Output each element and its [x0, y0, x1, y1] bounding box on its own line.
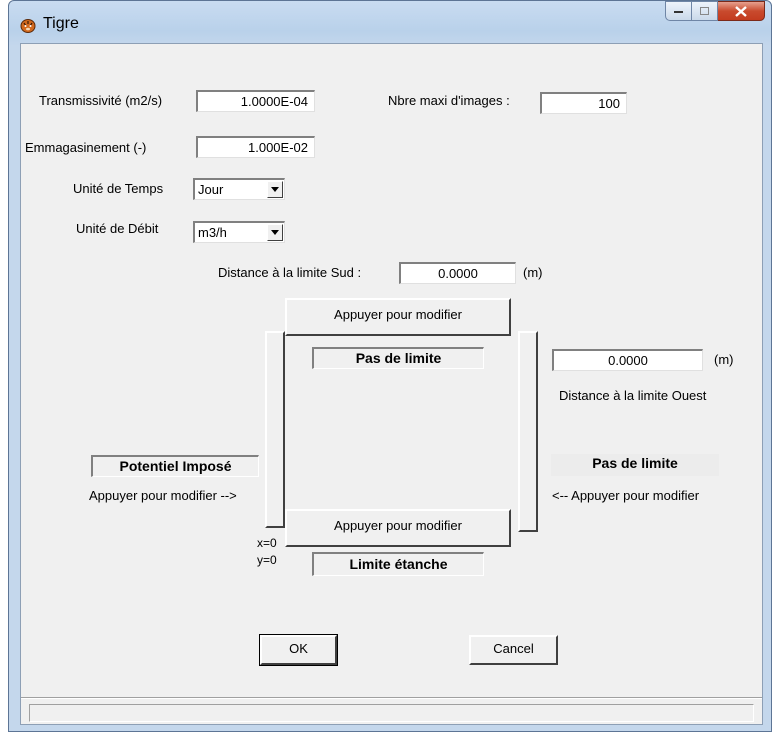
dropdown-arrow-icon[interactable] — [267, 181, 283, 198]
north-boundary-button[interactable]: Appuyer pour modifier — [285, 298, 511, 336]
distance-ouest-input[interactable]: 0.0000 — [552, 349, 703, 371]
dialog-window: Tigre Transmissivité (m2/s) 1.0000E-04 N… — [8, 0, 772, 732]
transmissivite-label: Transmissivité (m2/s) — [39, 93, 163, 108]
unite-debit-select[interactable]: m3/h — [193, 221, 285, 243]
distance-ouest-unit: (m) — [714, 352, 734, 367]
east-boundary-status: Pas de limite — [551, 454, 719, 476]
emmagasinement-label: Emmagasinement (-) — [25, 140, 147, 155]
east-boundary-bar[interactable] — [518, 331, 538, 532]
window-title: Tigre — [43, 15, 79, 32]
distance-sud-input[interactable]: 0.0000 — [399, 262, 516, 284]
cancel-button[interactable]: Cancel — [469, 635, 558, 665]
east-boundary-hint: <-- Appuyer pour modifier — [552, 488, 700, 503]
south-boundary-status: Limite étanche — [312, 552, 484, 576]
close-icon — [735, 5, 747, 17]
distance-sud-unit: (m) — [523, 265, 543, 280]
unite-temps-select[interactable]: Jour — [193, 178, 285, 200]
minimize-icon — [673, 11, 683, 13]
unite-temps-value: Jour — [198, 182, 224, 197]
origin-x-label: x=0 — [257, 536, 277, 550]
unite-debit-value: m3/h — [198, 225, 227, 240]
west-boundary-status: Potentiel Imposé — [91, 455, 259, 477]
title-bar[interactable]: Tigre — [9, 1, 771, 45]
emmagasinement-input[interactable]: 1.000E-02 — [196, 136, 315, 158]
ok-button[interactable]: OK — [259, 634, 338, 666]
unite-debit-label: Unité de Débit — [76, 221, 159, 236]
maximize-button[interactable] — [692, 1, 718, 21]
status-bar — [29, 704, 754, 722]
dropdown-arrow-icon[interactable] — [267, 224, 283, 241]
status-separator — [21, 697, 762, 699]
south-boundary-button[interactable]: Appuyer pour modifier — [285, 509, 511, 547]
close-button[interactable] — [718, 1, 765, 21]
distance-sud-label: Distance à la limite Sud : — [218, 265, 362, 280]
distance-ouest-label: Distance à la limite Ouest — [559, 388, 707, 403]
west-boundary-bar[interactable] — [265, 331, 285, 528]
maximize-icon — [699, 6, 709, 15]
nbre-images-label: Nbre maxi d'images : — [388, 93, 510, 108]
minimize-button[interactable] — [665, 1, 692, 21]
north-boundary-status: Pas de limite — [312, 347, 484, 369]
nbre-images-input[interactable]: 100 — [540, 92, 627, 114]
unite-temps-label: Unité de Temps — [73, 181, 164, 196]
dialog-client-area: Transmissivité (m2/s) 1.0000E-04 Nbre ma… — [20, 43, 763, 725]
transmissivite-input[interactable]: 1.0000E-04 — [196, 90, 315, 112]
west-boundary-hint: Appuyer pour modifier --> — [89, 488, 237, 503]
tiger-head-icon — [20, 17, 36, 33]
origin-y-label: y=0 — [257, 553, 277, 567]
